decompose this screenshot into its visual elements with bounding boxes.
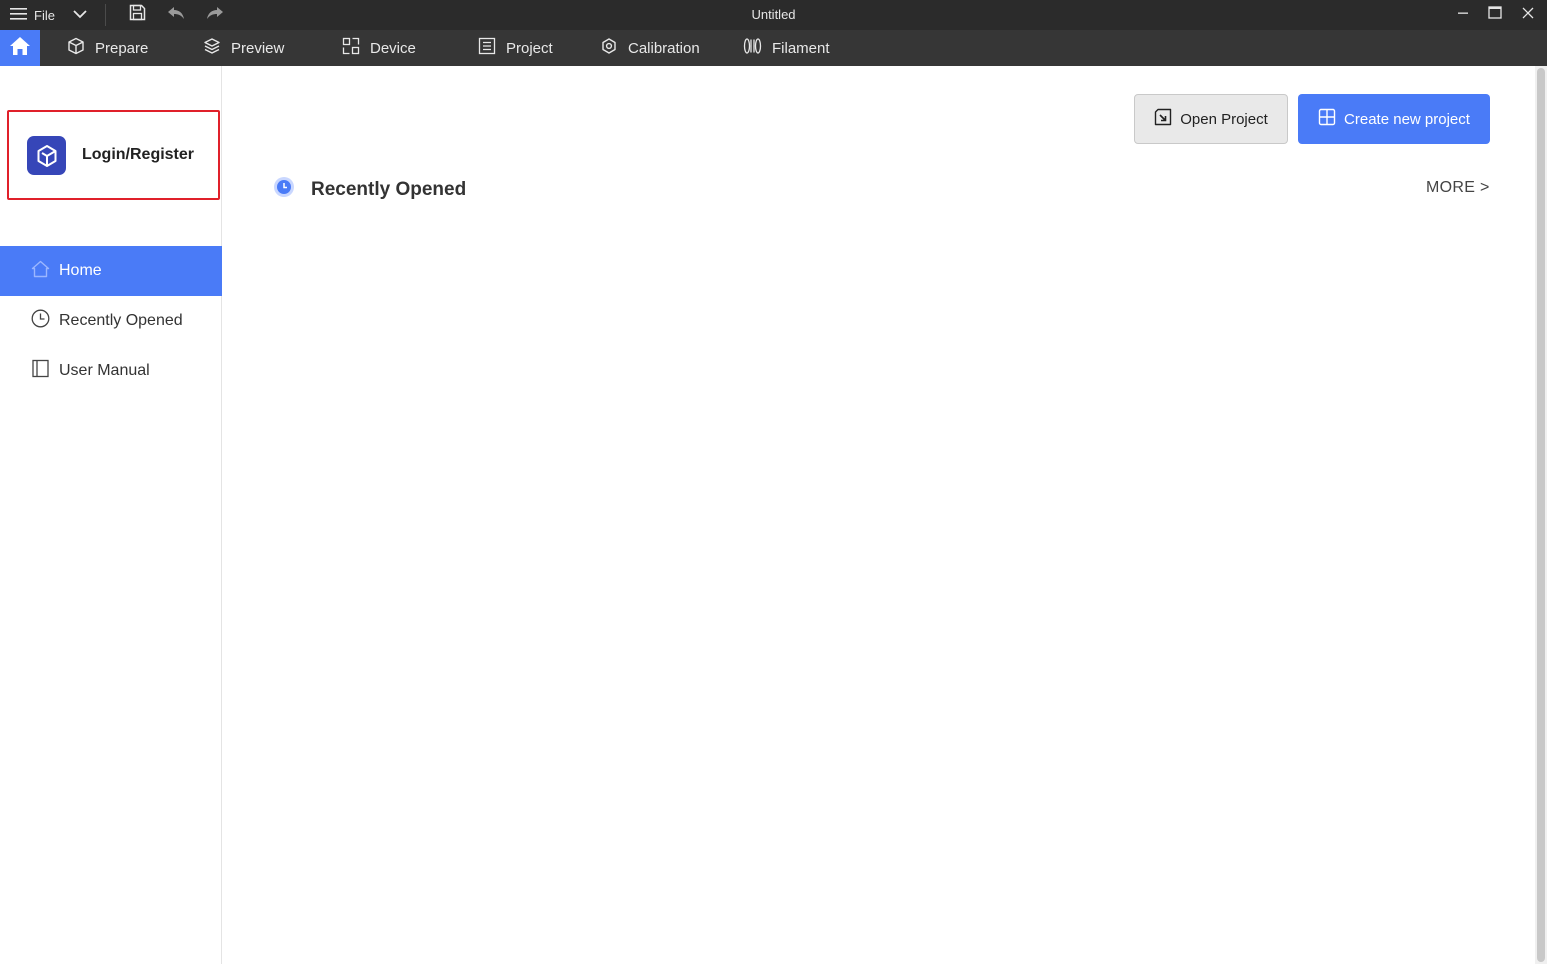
maximize-button[interactable]	[1482, 0, 1508, 30]
tab-label: Filament	[772, 39, 830, 57]
file-dropdown-button[interactable]	[68, 0, 92, 30]
close-icon	[1522, 6, 1534, 24]
filament-icon	[743, 37, 762, 59]
open-project-label: Open Project	[1180, 110, 1268, 128]
home-icon	[31, 260, 50, 283]
open-file-icon	[1154, 108, 1172, 130]
tab-label: Project	[506, 39, 553, 57]
tab-prepare[interactable]: Prepare	[67, 30, 148, 66]
recently-opened-title: Recently Opened	[311, 178, 467, 200]
tab-label: Calibration	[628, 39, 700, 57]
maximize-icon	[1488, 6, 1502, 24]
create-project-label: Create new project	[1344, 110, 1470, 128]
minimize-icon	[1457, 6, 1469, 24]
clock-icon	[273, 176, 295, 203]
sidebar-item-recently-opened[interactable]: Recently Opened	[0, 296, 222, 346]
tab-device[interactable]: Device	[342, 30, 416, 66]
main-tab-bar: Prepare Preview Device Project Calibrati…	[0, 30, 1547, 66]
tab-label: Prepare	[95, 39, 149, 57]
book-icon	[31, 359, 50, 383]
undo-button[interactable]	[163, 0, 189, 30]
sidebar-item-label: Recently Opened	[59, 312, 183, 329]
hamburger-icon	[10, 7, 28, 24]
tab-home[interactable]	[0, 30, 40, 66]
gear-icon	[600, 37, 618, 59]
file-menu-label: File	[34, 7, 55, 23]
minimize-button[interactable]	[1450, 0, 1476, 30]
toolbar-divider	[105, 4, 106, 26]
open-project-button[interactable]: Open Project	[1134, 94, 1288, 144]
project-icon	[478, 37, 496, 59]
login-register-button[interactable]: Login/Register	[7, 110, 220, 200]
save-button[interactable]	[124, 0, 150, 30]
sidebar-item-user-manual[interactable]: User Manual	[0, 346, 222, 396]
login-register-label: Login/Register	[82, 146, 195, 163]
new-project-icon	[1318, 108, 1336, 130]
app-logo-icon	[27, 136, 66, 175]
undo-icon	[167, 6, 185, 25]
recently-opened-header: Recently Opened	[273, 176, 466, 203]
sidebar-item-home[interactable]: Home	[0, 246, 222, 296]
tab-project[interactable]: Project	[478, 30, 553, 66]
clock-icon	[31, 309, 50, 333]
title-bar: File Untitled	[0, 0, 1547, 30]
main-content: Open Project Create new project Recently…	[223, 66, 1535, 964]
chevron-down-icon	[73, 6, 87, 24]
save-icon	[129, 4, 146, 26]
sidebar-item-label: Home	[59, 262, 102, 279]
window-title: Untitled	[751, 7, 796, 22]
vertical-scrollbar[interactable]	[1535, 66, 1547, 964]
sidebar-item-label: User Manual	[59, 362, 150, 379]
device-icon	[342, 37, 360, 59]
scrollbar-thumb[interactable]	[1537, 68, 1545, 962]
home-icon	[9, 36, 31, 61]
redo-button[interactable]	[202, 0, 228, 30]
create-new-project-button[interactable]: Create new project	[1298, 94, 1490, 144]
redo-icon	[206, 6, 224, 25]
tab-preview[interactable]: Preview	[203, 30, 284, 66]
file-menu-button[interactable]: File	[10, 0, 55, 30]
close-button[interactable]	[1515, 0, 1541, 30]
tab-label: Preview	[231, 39, 285, 57]
layers-icon	[203, 37, 221, 59]
tab-calibration[interactable]: Calibration	[600, 30, 700, 66]
more-link[interactable]: MORE >	[1426, 179, 1490, 197]
tab-label: Device	[370, 39, 416, 57]
cube-icon	[67, 37, 85, 59]
tab-filament[interactable]: Filament	[743, 30, 830, 66]
sidebar: Login/Register Home Recently Opened User…	[0, 66, 222, 964]
